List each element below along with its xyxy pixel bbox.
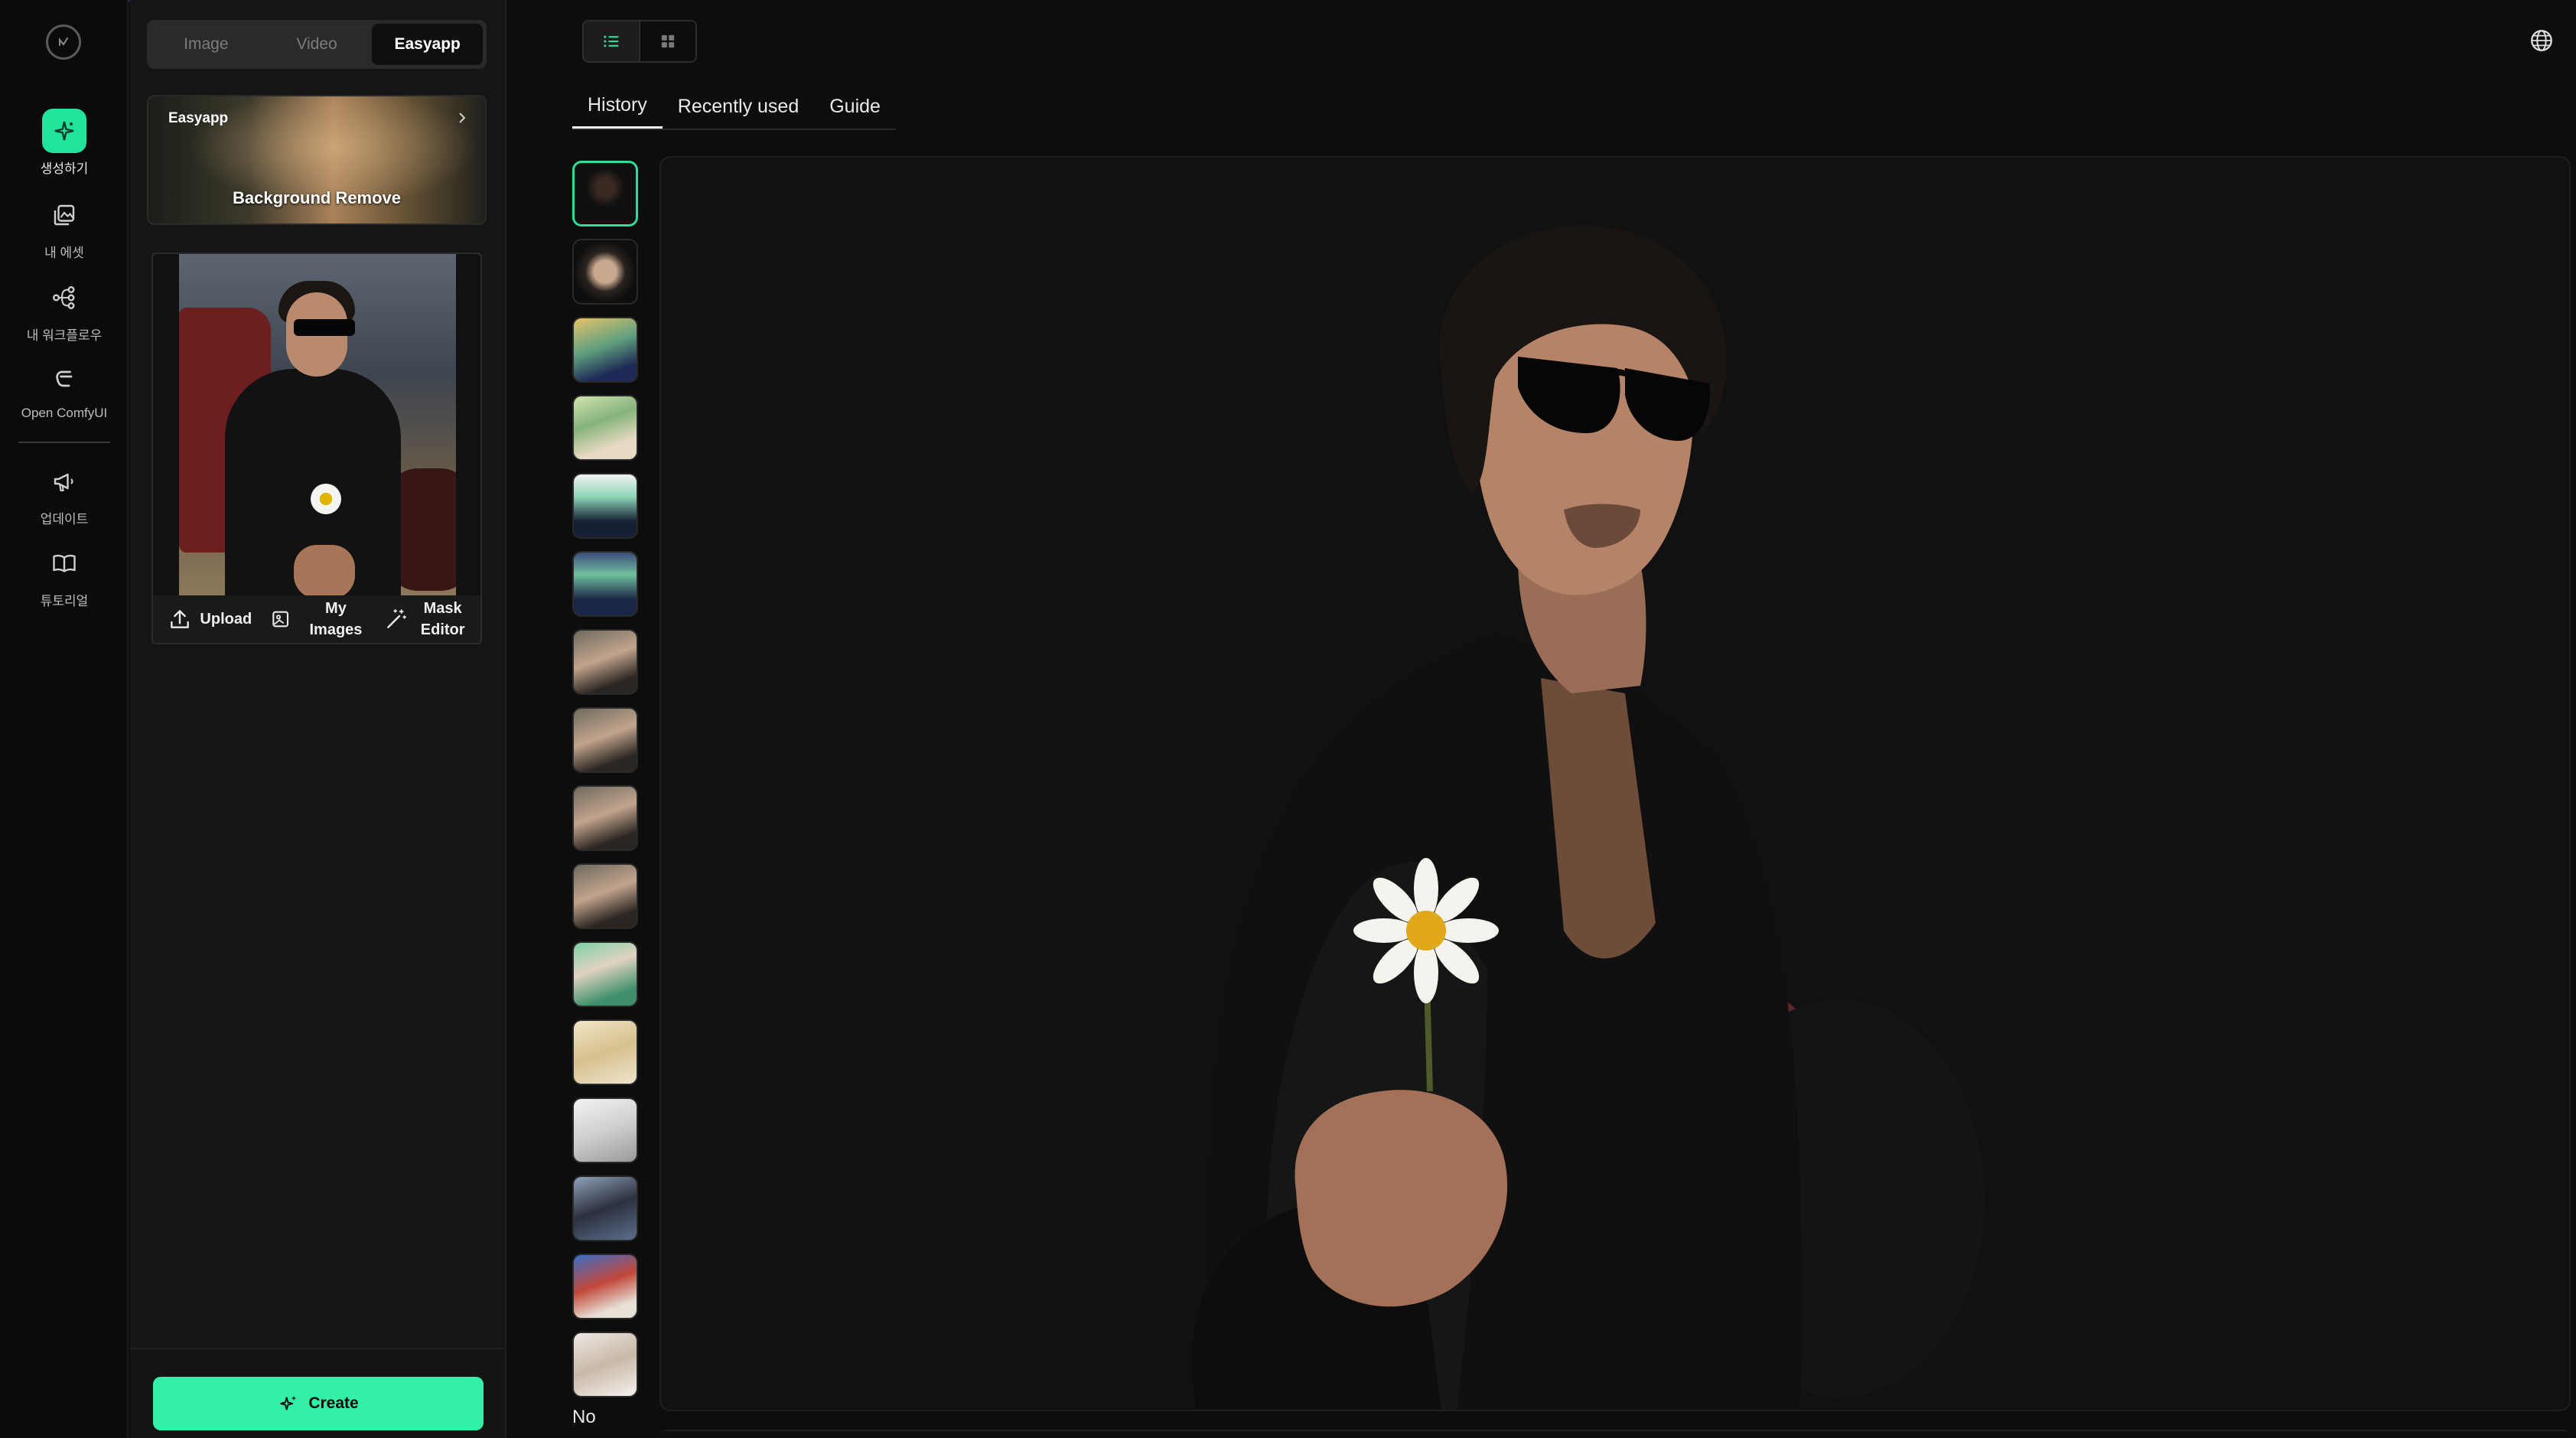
- mode-image[interactable]: Image: [151, 24, 262, 65]
- rail-label: Open ComfyUI: [21, 406, 108, 420]
- upload-actions: Upload My Images Mask Editor: [153, 595, 480, 643]
- uploaded-image-preview: [179, 254, 456, 598]
- upload-icon: [171, 610, 190, 628]
- logo-icon: [59, 37, 68, 46]
- app-logo[interactable]: [46, 24, 81, 60]
- card-tag: Easyapp: [168, 110, 229, 126]
- megaphone-icon: [42, 459, 86, 504]
- tab-recently-used[interactable]: Recently used: [663, 84, 814, 129]
- rail-item-assets[interactable]: 내 에셋: [0, 193, 129, 261]
- history-thumbnail[interactable]: [572, 473, 638, 539]
- list-view-button[interactable]: [584, 21, 639, 61]
- result-image-viewer: [659, 156, 2571, 1411]
- thumbnail-list-more-text: No: [572, 1407, 596, 1427]
- create-label: Create: [308, 1394, 359, 1412]
- card-title: Background Remove: [232, 188, 402, 207]
- upload-button[interactable]: Upload: [153, 595, 267, 643]
- history-thumbnail[interactable]: [572, 707, 638, 773]
- sparkle-icon: [280, 1395, 297, 1410]
- my-images-label: My Images: [309, 600, 363, 638]
- control-panel: Image Video Easyapp Easyapp Background R…: [130, 0, 506, 1438]
- rail-item-tutorial[interactable]: 튜토리얼: [0, 541, 129, 609]
- rail-item-create[interactable]: 생성하기: [0, 109, 129, 177]
- mask-editor-label: Mask Editor: [420, 600, 465, 638]
- my-images-button[interactable]: My Images: [267, 595, 373, 643]
- history-thumbnail[interactable]: [572, 1332, 638, 1397]
- mask-editor-button[interactable]: Mask Editor: [373, 595, 480, 643]
- tab-history[interactable]: History: [572, 84, 663, 129]
- create-button[interactable]: Create: [153, 1377, 484, 1430]
- image-upload-box[interactable]: Upload My Images Mask Editor: [151, 253, 482, 644]
- tab-guide[interactable]: Guide: [814, 84, 896, 129]
- history-thumbnail[interactable]: [572, 629, 638, 695]
- history-thumbnail[interactable]: [572, 1254, 638, 1319]
- rail-label: 생성하기: [40, 161, 89, 176]
- rail-label: 내 에셋: [44, 246, 84, 260]
- sparkle-icon: [42, 109, 86, 153]
- globe-icon[interactable]: [2529, 28, 2555, 54]
- grid-view-button[interactable]: [639, 21, 695, 61]
- rail-item-workflow[interactable]: 내 워크플로우: [0, 276, 129, 344]
- book-icon: [42, 541, 86, 585]
- history-thumbnail[interactable]: [572, 863, 638, 929]
- workflow-icon: [42, 276, 86, 320]
- gallery-icon: [42, 193, 86, 237]
- history-tabs: History Recently used Guide: [572, 84, 896, 130]
- rail-label: 내 워크플로우: [26, 328, 103, 343]
- mode-switch: Image Video Easyapp: [147, 20, 487, 69]
- image-icon: [272, 611, 289, 628]
- history-thumbnail[interactable]: [572, 1176, 638, 1241]
- rail-label: 튜토리얼: [40, 594, 89, 608]
- history-thumbnail[interactable]: [572, 941, 638, 1007]
- result-image: [1089, 204, 2084, 1410]
- comfyui-icon: [42, 357, 86, 401]
- rail-label: 업데이트: [40, 512, 89, 527]
- app-root: 생성하기 내 에셋 내 워크플로우 Open ComfyUI 업데이트 튜토리얼…: [0, 0, 2576, 1438]
- history-thumbnail[interactable]: [572, 785, 638, 851]
- left-rail: 생성하기 내 에셋 내 워크플로우 Open ComfyUI 업데이트 튜토리얼: [0, 0, 129, 1438]
- upload-label: Upload: [200, 611, 252, 628]
- panel-footer: Create: [130, 1348, 505, 1438]
- easyapp-card[interactable]: Easyapp Background Remove: [147, 95, 487, 225]
- mode-video[interactable]: Video: [262, 24, 373, 65]
- history-thumbnail[interactable]: [572, 317, 638, 383]
- history-thumbnail[interactable]: [572, 1019, 638, 1085]
- history-thumbnail[interactable]: [572, 395, 638, 461]
- mode-easyapp[interactable]: Easyapp: [372, 24, 484, 65]
- history-thumbnail[interactable]: [572, 551, 638, 617]
- chevron-right-icon: [459, 112, 466, 123]
- list-icon: [604, 35, 619, 47]
- main-area: History Recently used Guide No: [506, 0, 2576, 1438]
- rail-item-comfyui[interactable]: Open ComfyUI: [0, 357, 129, 421]
- history-thumbnail-list: No: [572, 161, 641, 1438]
- viewer-bottom-edge: [659, 1430, 2571, 1438]
- history-thumbnail[interactable]: [572, 1097, 638, 1163]
- view-toggle: [582, 20, 697, 63]
- rail-divider: [18, 442, 110, 443]
- magic-wand-icon: [386, 609, 406, 628]
- grid-icon: [661, 34, 675, 48]
- history-thumbnail[interactable]: [572, 239, 638, 305]
- history-thumbnail[interactable]: [572, 161, 638, 227]
- rail-item-updates[interactable]: 업데이트: [0, 459, 129, 527]
